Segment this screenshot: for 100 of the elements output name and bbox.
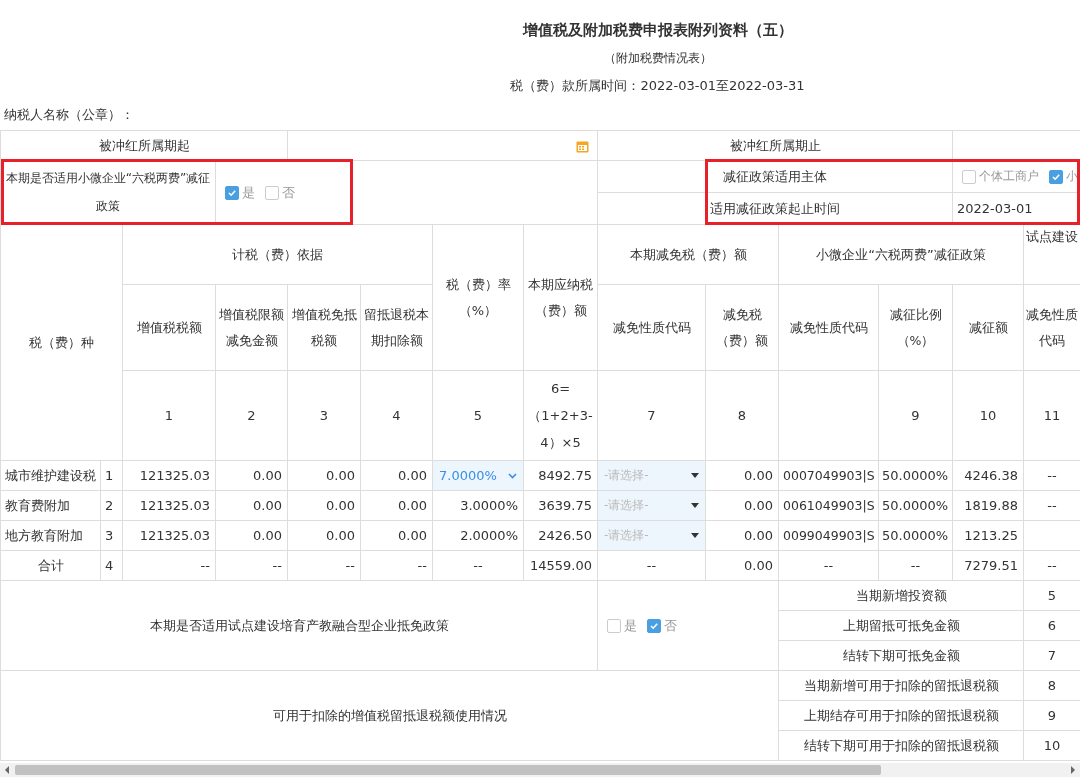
column-number: 9 [878, 370, 953, 461]
table-cell: 50.0000% [878, 490, 953, 521]
check-icon [649, 620, 659, 631]
column-header: 减征比例（%） [878, 284, 953, 371]
checkbox[interactable] [607, 618, 621, 633]
column-header: 税（费）种 [0, 224, 123, 461]
column-header: 增值税税额 [122, 284, 216, 371]
table-cell: -- [215, 550, 288, 581]
column-header: 小微企业“六税两费”减征政策 [778, 224, 1024, 285]
table-cell: 3.0000% [432, 490, 524, 521]
column-number: 1 [122, 370, 216, 461]
code-select[interactable]: -请选择- [597, 490, 706, 521]
table-cell: -- [597, 550, 706, 581]
table-cell: 0.00 [287, 460, 361, 491]
checkbox[interactable] [647, 618, 661, 633]
table-cell: 7279.51 [952, 550, 1024, 581]
checkbox[interactable] [225, 185, 239, 200]
table-cell: -- [778, 550, 879, 581]
row-number: 2 [100, 490, 123, 521]
form-title: 增值税及附加税费申报表附列资料（五） [522, 20, 793, 41]
table-cell: 0007049903|S [778, 460, 879, 491]
table-cell: -- [878, 550, 953, 581]
table-cell: 1213.25 [952, 520, 1024, 551]
label-cell: 结转下期可用于扣除的留抵退税额 [778, 730, 1024, 761]
label-cell: 减征政策适用主体 [597, 160, 953, 193]
table-cell: 3639.75 [523, 490, 598, 521]
column-header: 减免税（费）额 [705, 284, 779, 371]
column-number: 2 [215, 370, 288, 461]
column-number: 5 [432, 370, 524, 461]
rate-select[interactable]: 7.0000% [432, 460, 524, 491]
checkbox[interactable] [962, 169, 976, 184]
row-number: 1 [100, 460, 123, 491]
column-header: 增值税限额减免金额 [215, 284, 288, 371]
table-cell: 0.00 [215, 490, 288, 521]
tax-name: 城市维护建设税 [0, 460, 101, 491]
label-cell: 被冲红所属期止 [597, 130, 953, 161]
table-cell: 0.00 [360, 490, 433, 521]
calendar-icon[interactable] [576, 140, 589, 153]
table-cell: 0.00 [360, 520, 433, 551]
table-cell: 0.00 [287, 490, 361, 521]
taxpayer-label: 纳税人名称（公章）： [4, 107, 134, 122]
column-header: 税（费）率（%） [432, 224, 524, 371]
table-cell: 0061049903|S [778, 490, 879, 521]
scroll-left-icon[interactable] [3, 766, 11, 774]
column-number: 3 [287, 370, 361, 461]
scroll-right-icon[interactable] [1069, 766, 1077, 774]
label-cell: 适用减征政策起止时间 [597, 192, 953, 225]
tax-period: 税（费）款所属时间：2022-03-01至2022-03-31 [510, 77, 805, 95]
label-cell: 当期新增可用于扣除的留抵退税额 [778, 670, 1024, 701]
table-cell: 8492.75 [523, 460, 598, 491]
label-cell: 上期留抵可抵免金额 [778, 610, 1024, 641]
code-select[interactable]: -请选择- [597, 460, 706, 491]
column-number: 4 [360, 370, 433, 461]
table-cell: 0.00 [705, 550, 779, 581]
label-cell: 结转下期可抵免金额 [778, 640, 1024, 671]
column-header: 减免性质代码 [597, 284, 706, 371]
table-cell: -- [122, 550, 216, 581]
table-cell: 0.00 [705, 520, 779, 551]
option-label: 个体工商户 [979, 168, 1039, 185]
option-label: 否 [664, 616, 677, 635]
table-cell: 0.00 [215, 520, 288, 551]
checkbox[interactable] [265, 185, 279, 200]
chevron-icon [508, 472, 517, 479]
table-cell: 2426.50 [523, 520, 598, 551]
column-number: 7 [597, 370, 706, 461]
table-cell: -- [287, 550, 361, 581]
table-cell: 0.00 [705, 490, 779, 521]
table-cell: 0.00 [705, 460, 779, 491]
label-cell: 本期是否适用小微企业“六税两费”减征政策 [0, 160, 216, 225]
table-cell: -- [432, 550, 524, 581]
horizontal-scrollbar[interactable] [0, 763, 1080, 777]
row-number: 4 [100, 550, 123, 581]
checkbox[interactable] [1049, 169, 1063, 184]
column-header: 计税（费）依据 [122, 224, 433, 285]
column-header: 减免性质代码 [778, 284, 879, 371]
table-cell: -- [360, 550, 433, 581]
option-label: 否 [282, 183, 295, 202]
table-cell: 0.00 [287, 520, 361, 551]
table-cell: 0099049903|S [778, 520, 879, 551]
table-cell: 121325.03 [122, 520, 216, 551]
option-label: 是 [624, 616, 637, 635]
table-cell: 121325.03 [122, 490, 216, 521]
column-number: 8 [705, 370, 779, 461]
row-number: 3 [100, 520, 123, 551]
label-cell: 可用于扣除的增值税留抵退税额使用情况 [0, 670, 779, 761]
column-header: 本期应纳税（费）额 [523, 224, 598, 371]
code-select[interactable]: -请选择- [597, 520, 706, 551]
tax-name: 合计 [0, 550, 101, 581]
check-icon [1051, 171, 1061, 182]
tax-name: 教育费附加 [0, 490, 101, 521]
label-cell: 被冲红所属期起 [0, 130, 288, 161]
table-cell: 0.00 [360, 460, 433, 491]
form-subtitle: （附加税费情况表） [603, 50, 712, 67]
tax-name: 地方教育附加 [0, 520, 101, 551]
table-cell: 1819.88 [952, 490, 1024, 521]
option-label: 小 [1066, 168, 1078, 185]
label-cell: 本期是否适用试点建设培育产教融合型企业抵免政策 [0, 580, 598, 671]
column-header: 减征额 [952, 284, 1024, 371]
table-cell: 14559.00 [523, 550, 598, 581]
caret-icon [691, 533, 699, 538]
